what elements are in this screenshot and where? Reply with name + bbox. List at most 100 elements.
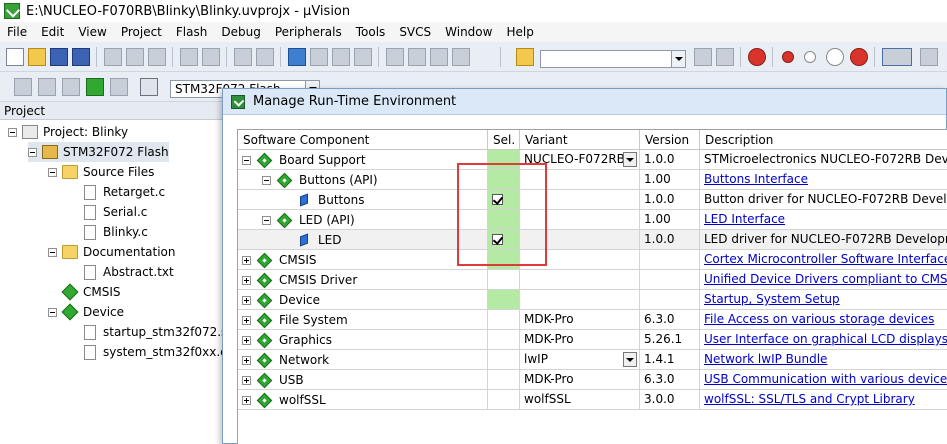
collapse-icon[interactable] — [8, 127, 17, 137]
sel-cell[interactable] — [488, 190, 520, 210]
expand-icon[interactable] — [242, 295, 251, 305]
chevron-down-icon[interactable] — [623, 152, 637, 167]
kill-all-breakpoints-icon[interactable] — [850, 48, 868, 66]
component-cell[interactable]: Network — [238, 350, 488, 370]
paste-icon[interactable] — [148, 48, 166, 66]
collapse-icon[interactable] — [48, 167, 57, 177]
project-tree-item[interactable]: Abstract.txt — [82, 262, 174, 282]
open-file-icon[interactable] — [28, 48, 46, 66]
select-checkbox[interactable] — [492, 234, 503, 245]
project-tree-item[interactable]: CMSIS — [61, 282, 121, 302]
menu-edit[interactable]: Edit — [34, 22, 71, 42]
comment-icon[interactable] — [430, 48, 448, 66]
translate-icon[interactable] — [14, 78, 32, 96]
component-cell[interactable]: wolfSSL — [238, 390, 488, 410]
menu-tools[interactable]: Tools — [349, 22, 393, 42]
next-bookmark-icon[interactable] — [332, 48, 350, 66]
project-tree-item[interactable]: Retarget.c — [82, 182, 165, 202]
component-cell[interactable]: CMSIS Driver — [238, 270, 488, 290]
component-cell[interactable]: Graphics — [238, 330, 488, 350]
component-cell[interactable]: Buttons — [238, 190, 488, 210]
expand-icon[interactable] — [242, 315, 251, 325]
menu-file[interactable]: File — [0, 22, 34, 42]
select-checkbox[interactable] — [492, 194, 503, 205]
undo-icon[interactable] — [180, 48, 198, 66]
description-link[interactable]: LED Interface — [704, 212, 785, 226]
menu-svcs[interactable]: SVCS — [392, 22, 438, 42]
expand-icon[interactable] — [242, 375, 251, 385]
download-icon[interactable] — [140, 78, 158, 96]
unindent-icon[interactable] — [408, 48, 426, 66]
col-header-sel[interactable]: Sel. — [488, 130, 520, 150]
expand-icon[interactable] — [242, 275, 251, 285]
description-link[interactable]: USB Communication with various device cl… — [704, 372, 947, 386]
col-header-description[interactable]: Description — [700, 130, 947, 150]
disable-breakpoint-icon[interactable] — [804, 51, 816, 63]
find-in-files-icon[interactable] — [516, 48, 534, 66]
menu-peripherals[interactable]: Peripherals — [268, 22, 349, 42]
uncomment-icon[interactable] — [452, 48, 470, 66]
prev-bookmark-icon[interactable] — [310, 48, 328, 66]
bookmark-icon[interactable] — [288, 48, 306, 66]
component-cell[interactable]: LED — [238, 230, 488, 250]
collapse-icon[interactable] — [48, 247, 57, 257]
col-header-variant[interactable]: Variant — [520, 130, 640, 150]
component-cell[interactable]: Device — [238, 290, 488, 310]
batch-build-icon[interactable] — [86, 78, 104, 96]
project-tree-item[interactable]: STM32F072 Flash — [28, 142, 169, 162]
copy-icon[interactable] — [126, 48, 144, 66]
project-tree-item[interactable]: startup_stm32f072.s (S — [82, 322, 243, 342]
menu-help[interactable]: Help — [499, 22, 540, 42]
col-header-component[interactable]: Software Component — [238, 130, 488, 150]
menu-view[interactable]: View — [71, 22, 113, 42]
indent-icon[interactable] — [386, 48, 404, 66]
description-link[interactable]: User Interface on graphical LCD displays — [704, 332, 947, 346]
menu-project[interactable]: Project — [114, 22, 169, 42]
variant-cell[interactable]: lwIP — [520, 350, 640, 370]
chevron-down-icon[interactable] — [623, 352, 637, 367]
collapse-icon[interactable] — [262, 215, 271, 225]
save-all-icon[interactable] — [72, 48, 90, 66]
component-cell[interactable]: USB — [238, 370, 488, 390]
stop-build-icon[interactable] — [110, 78, 128, 96]
component-cell[interactable]: File System — [238, 310, 488, 330]
find-icon[interactable] — [694, 48, 712, 66]
redo-icon[interactable] — [202, 48, 220, 66]
save-icon[interactable] — [50, 48, 68, 66]
component-cell[interactable]: Board Support — [238, 150, 488, 170]
debug-session-icon[interactable] — [748, 48, 766, 66]
navigate-forward-icon[interactable] — [256, 48, 274, 66]
navigate-back-icon[interactable] — [234, 48, 252, 66]
description-link[interactable]: Unified Device Drivers compliant to CMSI… — [704, 272, 947, 286]
disable-all-breakpoints-icon[interactable] — [826, 48, 844, 66]
description-link[interactable]: Network lwIP Bundle — [704, 352, 827, 366]
configure-icon[interactable] — [920, 48, 938, 66]
build-icon[interactable] — [38, 78, 56, 96]
expand-icon[interactable] — [242, 355, 251, 365]
menu-window[interactable]: Window — [438, 22, 499, 42]
new-file-icon[interactable] — [6, 48, 24, 66]
description-link[interactable]: Buttons Interface — [704, 172, 808, 186]
project-tree-item[interactable]: Device — [48, 302, 124, 322]
expand-icon[interactable] — [242, 255, 251, 265]
find-combo[interactable] — [540, 50, 686, 68]
cut-icon[interactable] — [104, 48, 122, 66]
incremental-find-icon[interactable] — [716, 48, 734, 66]
project-tree-item[interactable]: Project: Blinky — [8, 122, 128, 142]
rebuild-icon[interactable] — [62, 78, 80, 96]
expand-icon[interactable] — [242, 395, 251, 405]
chevron-down-icon[interactable] — [671, 51, 685, 67]
component-cell[interactable]: Buttons (API) — [238, 170, 488, 190]
collapse-icon[interactable] — [262, 175, 271, 185]
project-tree-item[interactable]: Documentation — [48, 242, 176, 262]
col-header-version[interactable]: Version — [640, 130, 700, 150]
collapse-icon[interactable] — [242, 155, 251, 165]
menu-flash[interactable]: Flash — [169, 22, 214, 42]
collapse-icon[interactable] — [28, 147, 37, 157]
menu-debug[interactable]: Debug — [214, 22, 267, 42]
project-tree-item[interactable]: system_stm32f0xx.c (S — [82, 342, 243, 362]
project-tree-item[interactable]: Source Files — [48, 162, 154, 182]
description-link[interactable]: wolfSSL: SSL/TLS and Crypt Library — [704, 392, 915, 406]
expand-icon[interactable] — [242, 335, 251, 345]
breakpoint-icon[interactable] — [782, 51, 794, 63]
